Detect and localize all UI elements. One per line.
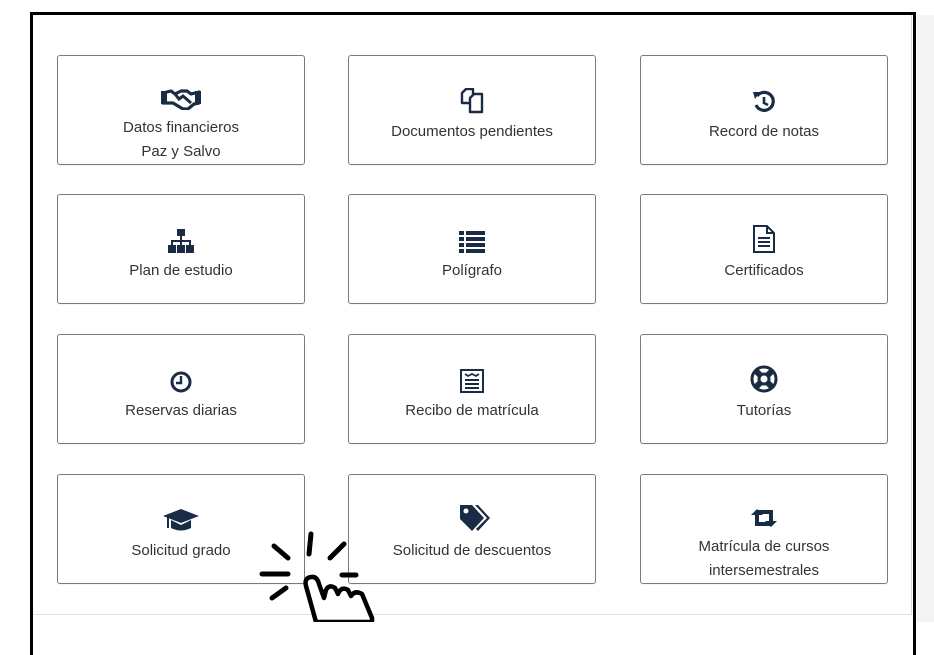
- poligrafo-card[interactable]: Polígrafo: [348, 194, 596, 304]
- card-label-line1: Reservas diarias: [125, 402, 237, 419]
- graduation-cap-icon: [163, 499, 199, 533]
- life-ring-icon: [750, 359, 778, 393]
- list-icon: [459, 219, 485, 253]
- card-label-line1: Recibo de matrícula: [405, 402, 539, 419]
- history-icon: [752, 80, 776, 114]
- card-label-line1: Certificados: [724, 262, 804, 279]
- card-label-line1: Matrícula de cursos: [698, 538, 830, 555]
- tags-icon: [454, 499, 490, 533]
- matricula-intersemestrales-card[interactable]: Matrícula de cursos intersemestrales: [640, 474, 888, 584]
- record-de-notas-card[interactable]: Record de notas: [640, 55, 888, 165]
- retweet-icon: [749, 499, 779, 529]
- datos-financieros-card[interactable]: Datos financieros Paz y Salvo: [57, 55, 305, 165]
- plan-de-estudio-card[interactable]: Plan de estudio: [57, 194, 305, 304]
- receipt-icon: [460, 359, 484, 393]
- reservas-diarias-card[interactable]: Reservas diarias: [57, 334, 305, 444]
- documentos-pendientes-card[interactable]: Documentos pendientes: [348, 55, 596, 165]
- file-text-icon: [753, 219, 775, 253]
- tutorias-card[interactable]: Tutorías: [640, 334, 888, 444]
- card-label-line1: Polígrafo: [441, 262, 503, 279]
- certificados-card[interactable]: Certificados: [640, 194, 888, 304]
- copy-icon: [460, 80, 484, 114]
- card-label-line2: intersemestrales: [708, 562, 820, 579]
- recibo-de-matricula-card[interactable]: Recibo de matrícula: [348, 334, 596, 444]
- card-label-line1: Documentos pendientes: [391, 123, 553, 140]
- clock-icon: [170, 359, 192, 393]
- scrollbar-track[interactable]: [917, 15, 934, 622]
- card-label-line1: Record de notas: [708, 123, 820, 140]
- sitemap-icon: [168, 219, 194, 253]
- card-label-line1: Datos financieros: [123, 119, 239, 136]
- card-label-line1: Plan de estudio: [129, 262, 233, 279]
- pointer-hand-icon: [254, 528, 404, 627]
- card-label-line2: Paz y Salvo: [141, 143, 221, 160]
- handshake-icon: [161, 80, 201, 110]
- card-label-line1: Tutorías: [736, 402, 792, 419]
